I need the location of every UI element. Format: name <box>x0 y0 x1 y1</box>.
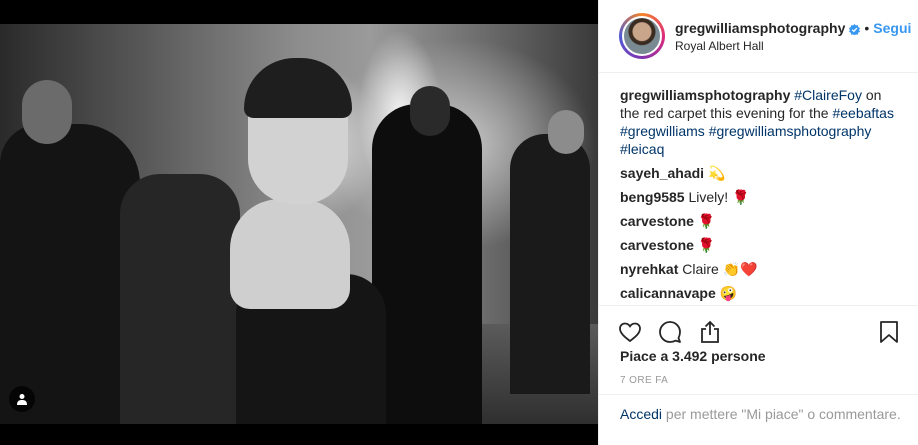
login-prompt: Accedi per mettere "Mi piace" o commenta… <box>599 394 918 424</box>
post-caption: gregwilliamsphotography #ClaireFoy on th… <box>620 86 904 158</box>
post-sidebar: gregwilliamsphotography • Segui Royal Al… <box>598 0 918 445</box>
photo-photographer <box>510 134 590 394</box>
comment-username[interactable]: beng9585 <box>620 189 685 205</box>
comment-text: Claire 👏❤️ <box>678 261 758 277</box>
comment-item: carvestone 🌹 <box>620 212 904 230</box>
comment-text: 🤪 <box>715 285 738 301</box>
header-username[interactable]: gregwilliamsphotography <box>675 20 845 36</box>
hashtag-link[interactable]: #eebaftas <box>832 105 894 121</box>
header-username-line: gregwilliamsphotography • Segui <box>675 19 911 36</box>
photo-woman-shoulders <box>230 199 350 309</box>
post-photo-pane <box>0 0 598 445</box>
comment-item: sayeh_ahadi 💫 <box>620 164 904 182</box>
bookmark-icon[interactable] <box>876 319 902 345</box>
comment-username[interactable]: calicannavape <box>620 285 716 301</box>
comment-text: Lively! 🌹 <box>684 189 750 205</box>
photo-man-back-head <box>410 86 450 136</box>
avatar[interactable] <box>619 13 665 59</box>
location-link[interactable]: Royal Albert Hall <box>675 39 906 53</box>
photo-man-back <box>372 104 482 424</box>
hashtag-link[interactable]: #gregwilliams <box>620 123 705 139</box>
post-header: gregwilliamsphotography • Segui Royal Al… <box>599 0 918 73</box>
heart-icon[interactable] <box>617 319 643 345</box>
comment-item: nyrehkat Claire 👏❤️ <box>620 260 904 278</box>
comment-username[interactable]: carvestone <box>620 237 694 253</box>
comment-username[interactable]: nyrehkat <box>620 261 678 277</box>
verified-badge-icon <box>849 22 861 36</box>
post-timestamp[interactable]: 7 ORE FA <box>620 375 668 386</box>
header-separator: • <box>864 19 870 36</box>
comment-text: 🌹 <box>693 213 716 229</box>
comment-item: beng9585 Lively! 🌹 <box>620 188 904 206</box>
likes-count[interactable]: Piace a 3.492 persone <box>620 348 766 364</box>
comment-username[interactable]: sayeh_ahadi <box>620 165 704 181</box>
post-actions <box>599 305 918 349</box>
comment-icon[interactable] <box>657 319 683 345</box>
comments-list: gregwilliamsphotography #ClaireFoy on th… <box>620 86 904 306</box>
comment-text: 💫 <box>704 165 726 181</box>
header-text: gregwilliamsphotography • Segui Royal Al… <box>675 19 911 53</box>
login-prompt-text: per mettere "Mi piace" o commentare. <box>662 406 901 422</box>
share-icon[interactable] <box>697 319 723 345</box>
photo-crowd-left <box>0 124 140 424</box>
comment-item: carvestone 🌹 <box>620 236 904 254</box>
avatar-image <box>622 16 662 56</box>
hashtag-link[interactable]: #leicaq <box>620 141 664 157</box>
comment-item: calicannavape 🤪 <box>620 284 904 302</box>
caption-username[interactable]: gregwilliamsphotography <box>620 87 790 103</box>
hashtag-link[interactable]: #ClaireFoy <box>794 87 862 103</box>
photo-photographer-head <box>548 110 584 154</box>
photo-woman-hair <box>244 58 352 118</box>
post-photo[interactable] <box>0 24 598 424</box>
person-icon[interactable] <box>9 386 35 412</box>
hashtag-link[interactable]: #gregwilliamsphotography <box>709 123 872 139</box>
photo-man-left-head <box>22 80 72 144</box>
photo-crowd-middle <box>120 174 240 424</box>
comment-username[interactable]: carvestone <box>620 213 694 229</box>
follow-button[interactable]: Segui <box>873 20 911 36</box>
login-link[interactable]: Accedi <box>620 406 662 422</box>
comment-text: 🌹 <box>693 237 716 253</box>
